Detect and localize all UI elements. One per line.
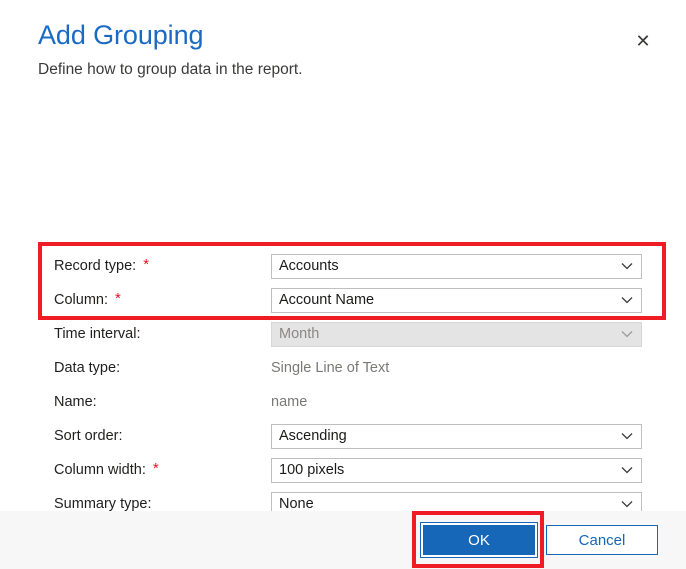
label-text: Name: [54,394,97,410]
label-text: Sort order: [54,428,123,444]
control-name: name [271,390,642,415]
control-sort-order: Ascending [271,423,642,449]
label-column-width: Column width: * [54,460,271,478]
selected-value: None [279,496,314,512]
label-column: Column: * [54,290,271,308]
label-text: Data type: [54,360,121,376]
grouping-form: Record type: * Accounts Column: * Account Nam… [54,249,642,521]
label-text: Record type: [54,258,137,274]
form-row-sort-order: Sort order: Ascending [54,419,642,453]
required-asterisk: * [152,460,159,477]
chevron-down-icon [621,467,633,474]
page-title: Add Grouping [38,20,204,50]
chevron-down-icon [621,501,633,508]
label-sort-order: Sort order: [54,428,271,444]
label-record-type: Record type: * [54,256,271,274]
label-text: Summary type: [54,496,152,512]
form-row-column: Column: * Account Name [54,283,642,317]
label-summary-type: Summary type: [54,496,271,512]
selected-value: Ascending [279,428,347,444]
required-asterisk: * [115,290,121,307]
dialog-body: Record type: * Accounts Column: * Account Nam… [0,81,686,517]
chevron-down-icon [621,433,633,440]
add-grouping-dialog: Add Grouping Define how to group data in… [0,0,686,569]
dialog-footer: OK Cancel [0,511,686,569]
value-name: name [271,393,308,410]
control-column: Account Name [271,287,642,313]
select-sort-order[interactable]: Ascending [271,423,642,449]
chevron-down-icon [621,331,633,338]
label-data-type: Data type: [54,360,271,376]
form-row-time-interval: Time interval: Month [54,317,642,351]
label-text: Time interval: [54,326,141,342]
control-record-type: Accounts [271,253,642,279]
cancel-button[interactable]: Cancel [546,525,658,555]
footer-actions: OK Cancel [421,523,658,557]
select-time-interval: Month [271,321,642,347]
form-row-data-type: Data type: Single Line of Text [54,351,642,385]
required-asterisk: * [143,256,150,273]
chevron-down-icon [621,263,633,270]
control-column-width: 100 pixels [271,457,642,483]
form-row-name: Name: name [54,385,642,419]
label-name: Name: [54,394,271,410]
selected-value: Accounts [279,258,339,274]
control-data-type: Single Line of Text [271,356,642,381]
close-icon[interactable]: ✕ [628,26,658,56]
dialog-subtitle: Define how to group data in the report. [38,61,303,78]
ok-button[interactable]: OK [421,523,537,557]
selected-value: Month [279,326,320,342]
label-time-interval: Time interval: [54,326,271,342]
value-data-type: Single Line of Text [271,359,390,376]
form-row-column-width: Column width: * 100 pixels [54,453,642,487]
selected-value: 100 pixels [279,462,345,478]
form-row-record-type: Record type: * Accounts [54,249,642,283]
select-column[interactable]: Account Name [271,287,642,313]
select-column-width[interactable]: 100 pixels [271,457,642,483]
select-record-type[interactable]: Accounts [271,253,642,279]
label-text: Column width: [54,462,146,478]
dialog-header: Add Grouping Define how to group data in… [0,0,686,81]
chevron-down-icon [621,297,633,304]
selected-value: Account Name [279,292,375,308]
control-time-interval: Month [271,321,642,347]
label-text: Column: [54,292,108,308]
